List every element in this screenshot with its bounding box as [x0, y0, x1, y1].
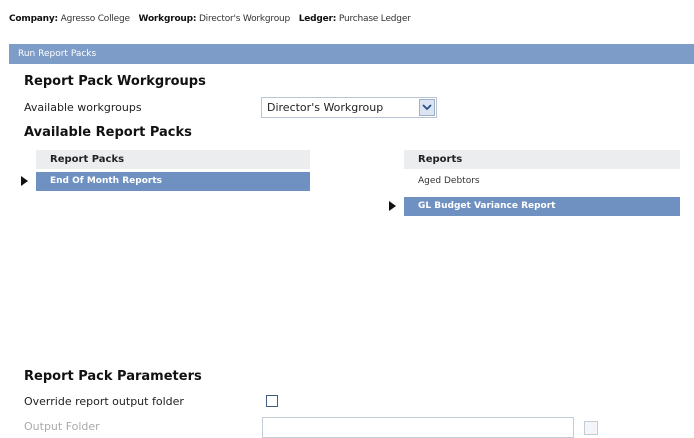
chevron-down-icon [422, 104, 432, 111]
ledger-value: Purchase Ledger [338, 14, 411, 24]
available-workgroups-label: Available workgroups [24, 101, 142, 114]
report-pack-name: End Of Month Reports [50, 176, 162, 186]
company-label: Company: [9, 14, 58, 24]
override-folder-label: Override report output folder [24, 395, 184, 408]
report-row[interactable]: Aged Debtors [404, 172, 680, 191]
ledger-label: Ledger: [298, 14, 337, 24]
available-packs-heading: Available Report Packs [24, 125, 192, 140]
override-folder-checkbox[interactable] [266, 395, 278, 407]
triangle-right-icon [389, 201, 396, 211]
reports-list-header: Reports [404, 150, 680, 169]
workgroups-heading: Report Pack Workgroups [24, 74, 206, 89]
report-row[interactable]: GL Budget Variance Report [389, 197, 680, 216]
context-bar: Company: Agresso College Workgroup: Dire… [0, 0, 694, 38]
workgroup-value: Director's Workgroup [198, 14, 291, 24]
reports-header-label: Reports [418, 154, 463, 165]
company-value: Agresso College [60, 14, 130, 24]
report-packs-list: Report Packs End Of Month Reports [21, 150, 310, 330]
workgroup-label: Workgroup: [138, 14, 197, 24]
triangle-right-icon [21, 176, 28, 186]
workgroup-select-value: Director's Workgroup [267, 101, 384, 114]
report-name: GL Budget Variance Report [418, 201, 556, 211]
reports-list: Reports Aged Debtors GL Budget Variance … [389, 150, 680, 330]
output-folder-label: Output Folder [24, 420, 100, 433]
parameters-heading: Report Pack Parameters [24, 369, 202, 384]
output-folder-input[interactable] [262, 417, 574, 438]
panel-title-bar: Run Report Packs [9, 44, 694, 64]
report-packs-list-header: Report Packs [36, 150, 310, 169]
workgroup-dropdown-button[interactable] [419, 99, 435, 116]
panel-title: Run Report Packs [18, 49, 97, 59]
report-name: Aged Debtors [418, 176, 480, 186]
report-pack-row[interactable]: End Of Month Reports [21, 172, 310, 191]
workgroup-select[interactable]: Director's Workgroup [261, 97, 437, 118]
report-packs-header-label: Report Packs [50, 154, 125, 165]
context-info: Company: Agresso College Workgroup: Dire… [9, 14, 417, 24]
